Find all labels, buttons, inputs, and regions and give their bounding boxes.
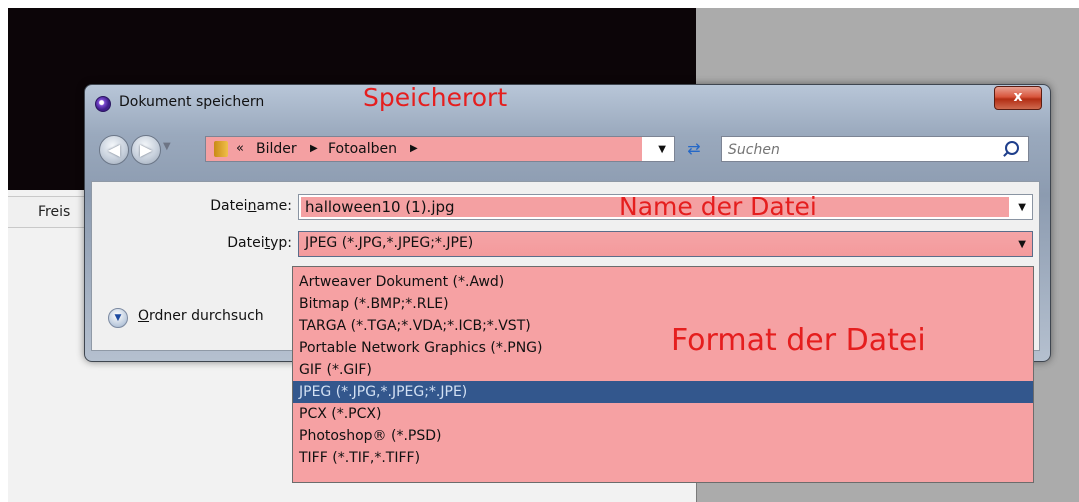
navigation-bar: ◀ ▶ ▼ « Bilder ▶ Fotoalben ▶ ▼ ⇄	[85, 129, 1050, 169]
filename-value[interactable]: halloween10 (1).jpg	[305, 198, 455, 216]
back-arrow-icon: ◀	[107, 140, 121, 159]
recent-locations-dropdown[interactable]: ▼	[163, 141, 171, 152]
filename-dropdown-arrow-icon[interactable]: ▼	[1018, 202, 1026, 213]
filename-annotation: Name der Datei	[619, 192, 817, 221]
format-annotation: Format der Datei	[671, 323, 926, 358]
filename-field[interactable]: halloween10 (1).jpg Name der Datei ▼	[298, 192, 1033, 221]
forward-arrow-icon: ▶	[139, 140, 153, 159]
filetype-value: JPEG (*.JPG,*.JPEG;*.JPE)	[305, 235, 474, 251]
breadcrumb-fotoalben[interactable]: Fotoalben	[328, 141, 397, 157]
location-annotation: Speicherort	[363, 83, 508, 112]
browse-folders-label[interactable]: Ordner durchsuch	[138, 308, 264, 324]
breadcrumb-separator-icon[interactable]: ▶	[310, 143, 318, 154]
address-bar[interactable]: « Bilder ▶ Fotoalben ▶ ▼	[205, 136, 675, 162]
dialog-titlebar[interactable]: Dokument speichern Speicherort x	[85, 83, 1050, 121]
filetype-option[interactable]: GIF (*.GIF)	[293, 359, 1033, 381]
address-dropdown-arrow-icon[interactable]: ▼	[658, 144, 666, 155]
address-overflow-chevron[interactable]: «	[236, 141, 244, 156]
expand-chevron-icon[interactable]: ▼	[108, 308, 128, 328]
search-input[interactable]	[726, 139, 990, 161]
breadcrumb-bilder[interactable]: Bilder	[256, 141, 297, 157]
status-text: Freis	[38, 204, 71, 220]
filetype-option[interactable]: Photoshop® (*.PSD)	[293, 425, 1033, 447]
close-button[interactable]: x	[994, 86, 1042, 110]
close-icon: x	[1013, 89, 1023, 105]
refresh-icon: ⇄	[687, 139, 701, 158]
search-icon[interactable]	[1005, 141, 1019, 155]
filetype-option[interactable]: TIFF (*.TIF,*.TIFF)	[293, 447, 1033, 469]
filetype-label: Dateityp:	[227, 235, 292, 251]
forward-button[interactable]: ▶	[131, 135, 161, 165]
app-icon	[95, 96, 111, 112]
filetype-dropdown-list: Artweaver Dokument (*.Awd) Bitmap (*.BMP…	[292, 266, 1034, 483]
search-box[interactable]	[721, 136, 1029, 162]
filetype-dropdown-arrow-icon[interactable]: ▼	[1018, 239, 1026, 250]
filetype-select[interactable]: JPEG (*.JPG,*.JPEG;*.JPE) ▼	[298, 231, 1033, 257]
dialog-title: Dokument speichern	[119, 94, 265, 110]
back-button[interactable]: ◀	[99, 135, 129, 165]
folder-icon	[214, 141, 228, 157]
filename-label: Dateiname:	[210, 198, 292, 214]
filetype-option-selected[interactable]: JPEG (*.JPG,*.JPEG;*.JPE)	[293, 381, 1033, 403]
filetype-option[interactable]: PCX (*.PCX)	[293, 403, 1033, 425]
breadcrumb-separator-icon[interactable]: ▶	[410, 143, 418, 154]
filetype-option[interactable]: Bitmap (*.BMP;*.RLE)	[293, 293, 1033, 315]
refresh-button[interactable]: ⇄	[681, 138, 707, 160]
filetype-option[interactable]: Artweaver Dokument (*.Awd)	[293, 271, 1033, 293]
